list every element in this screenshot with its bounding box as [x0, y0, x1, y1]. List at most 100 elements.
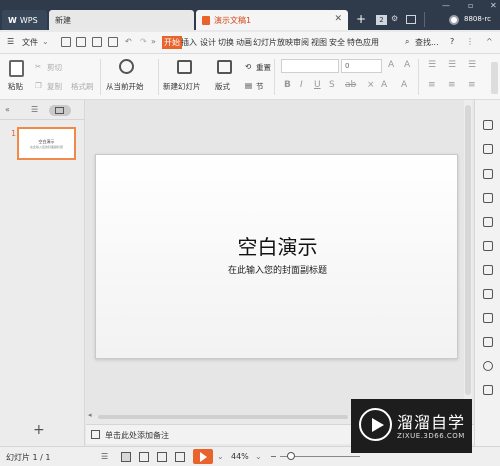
reset-button[interactable]: 重置 [256, 62, 271, 73]
align-center-icon[interactable]: ≡ [448, 80, 456, 90]
print-icon[interactable] [92, 37, 102, 47]
slides-view-toggle[interactable] [49, 105, 71, 116]
slide-subtitle[interactable]: 在此输入您的封面副标题 [96, 263, 459, 276]
format-painter-button[interactable]: 格式刷 [71, 81, 94, 92]
scrollbar-thumb[interactable] [98, 415, 348, 419]
decrease-font-icon[interactable]: A [404, 60, 410, 70]
collapse-panel-icon[interactable]: « [5, 105, 10, 114]
minimize-icon[interactable]: — [442, 1, 450, 10]
layout-button[interactable]: 版式 [215, 81, 230, 92]
cut-button[interactable]: 剪切 [47, 62, 62, 73]
add-slide-icon[interactable]: + [33, 422, 45, 438]
normal-view-icon[interactable] [121, 452, 131, 462]
slide-thumbnail[interactable]: 空白演示 在此输入您的封面副标题 [17, 127, 76, 160]
chevron-down-icon[interactable]: ⌄ [217, 452, 224, 461]
zoom-dropdown-icon[interactable]: ⌄ [255, 452, 262, 461]
chevron-down-icon[interactable]: ⌄ [42, 37, 49, 46]
table-icon[interactable] [483, 241, 493, 251]
sorter-view-icon[interactable] [139, 452, 149, 462]
increase-font-icon[interactable]: A [388, 60, 394, 70]
slide-title[interactable]: 空白演示 [96, 231, 459, 260]
tab-features[interactable]: 特色应用 [347, 37, 379, 48]
tab-transition[interactable]: 切换 [218, 37, 234, 48]
preview-icon[interactable] [108, 37, 118, 47]
tab-design[interactable]: 设计 [200, 37, 216, 48]
cut-icon[interactable]: ✂ [35, 62, 41, 71]
tab-insert[interactable]: 插入 [181, 37, 197, 48]
close-tab-icon[interactable]: ✕ [334, 14, 342, 24]
zoom-slider-knob[interactable] [287, 452, 295, 460]
record-icon[interactable] [483, 361, 493, 371]
image-icon[interactable] [483, 313, 493, 323]
copy-button[interactable]: 复制 [47, 81, 62, 92]
more-icon[interactable]: » [151, 37, 156, 46]
presenter-view-icon[interactable] [175, 452, 185, 462]
slideshow-play-button[interactable] [193, 449, 213, 464]
audio-icon[interactable] [483, 337, 493, 347]
font-size-select[interactable]: 0 [341, 59, 382, 73]
align-right-icon[interactable]: ≡ [468, 80, 476, 90]
bold-icon[interactable]: B [284, 80, 291, 90]
shadow-icon[interactable]: S [329, 80, 335, 90]
align-left-icon[interactable]: ≡ [428, 80, 436, 90]
italic-icon[interactable]: I [300, 80, 303, 90]
undo-icon[interactable]: ↶ [125, 37, 132, 46]
new-tab-icon[interactable]: + [356, 12, 366, 26]
font-color-icon[interactable]: A [381, 80, 387, 90]
tab-home[interactable]: 开始 [162, 36, 182, 49]
file-menu[interactable]: 文件 [22, 37, 38, 48]
animation-icon[interactable] [483, 265, 493, 275]
copy-icon[interactable]: ❐ [35, 81, 42, 90]
close-window-icon[interactable]: ✕ [490, 1, 497, 10]
tab-wps-home[interactable]: W WPS [2, 10, 47, 30]
hamburger-icon[interactable]: ☰ [7, 37, 14, 46]
underline-icon[interactable]: U [314, 80, 321, 90]
from-current-button[interactable]: 从当前开始 [106, 81, 144, 92]
export-icon[interactable] [76, 37, 86, 47]
help-icon[interactable]: ? [450, 37, 454, 46]
tab-security[interactable]: 安全 [329, 37, 345, 48]
tab-slideshow[interactable]: 幻灯片放映 [253, 37, 293, 48]
play-icon[interactable] [119, 59, 134, 74]
outline-view-icon[interactable]: ☰ [31, 105, 38, 114]
shape-icon[interactable] [483, 169, 493, 179]
collapse-ribbon-icon[interactable]: ^ [486, 37, 493, 46]
slide-canvas[interactable]: 空白演示 在此输入您的封面副标题 [95, 154, 458, 359]
font-name-select[interactable] [281, 59, 339, 73]
search-button[interactable]: 查找... [415, 37, 439, 48]
share-icon[interactable] [483, 385, 493, 395]
skin-icon[interactable]: ⚙ [391, 14, 398, 23]
indent-icon[interactable]: ☰ [468, 60, 476, 70]
tab-review[interactable]: 审阅 [293, 37, 309, 48]
layout-panel-icon[interactable] [483, 144, 493, 154]
strikethrough-icon[interactable]: ab [345, 80, 356, 90]
tab-count-badge[interactable]: 2 [376, 15, 387, 25]
scrollbar-thumb[interactable] [465, 105, 471, 395]
numbering-icon[interactable]: ☰ [448, 60, 456, 70]
window-layout-icon[interactable] [406, 15, 416, 24]
clear-format-icon[interactable]: ⨯ [367, 80, 375, 90]
vertical-scrollbar[interactable] [464, 100, 472, 416]
paste-icon[interactable] [9, 60, 24, 77]
bullets-icon[interactable]: ☰ [428, 60, 436, 70]
paste-button[interactable]: 粘贴 [8, 81, 23, 92]
style-icon[interactable] [483, 193, 493, 203]
ribbon-scroll[interactable] [491, 62, 498, 94]
tab-animation[interactable]: 动画 [236, 37, 252, 48]
transition-icon[interactable] [483, 289, 493, 299]
save-icon[interactable] [61, 37, 71, 47]
new-slide-icon[interactable] [177, 60, 192, 74]
layout-icon[interactable] [217, 60, 232, 74]
new-slide-button[interactable]: 新建幻灯片 [163, 81, 201, 92]
section-icon[interactable]: ▤ [245, 81, 252, 90]
settings-icon[interactable] [483, 217, 493, 227]
scroll-left-icon[interactable]: ◂ [88, 411, 92, 419]
tab-new[interactable]: 新建 [49, 10, 194, 30]
redo-icon[interactable]: ↷ [140, 37, 147, 46]
tab-view[interactable]: 视图 [311, 37, 327, 48]
tab-presentation[interactable]: 演示文稿1 ✕ [196, 10, 348, 30]
highlight-icon[interactable]: A [401, 80, 407, 90]
user-name[interactable]: 8808-rc [464, 15, 491, 23]
zoom-out-icon[interactable]: − [270, 452, 277, 461]
section-button[interactable]: 节 [256, 81, 264, 92]
